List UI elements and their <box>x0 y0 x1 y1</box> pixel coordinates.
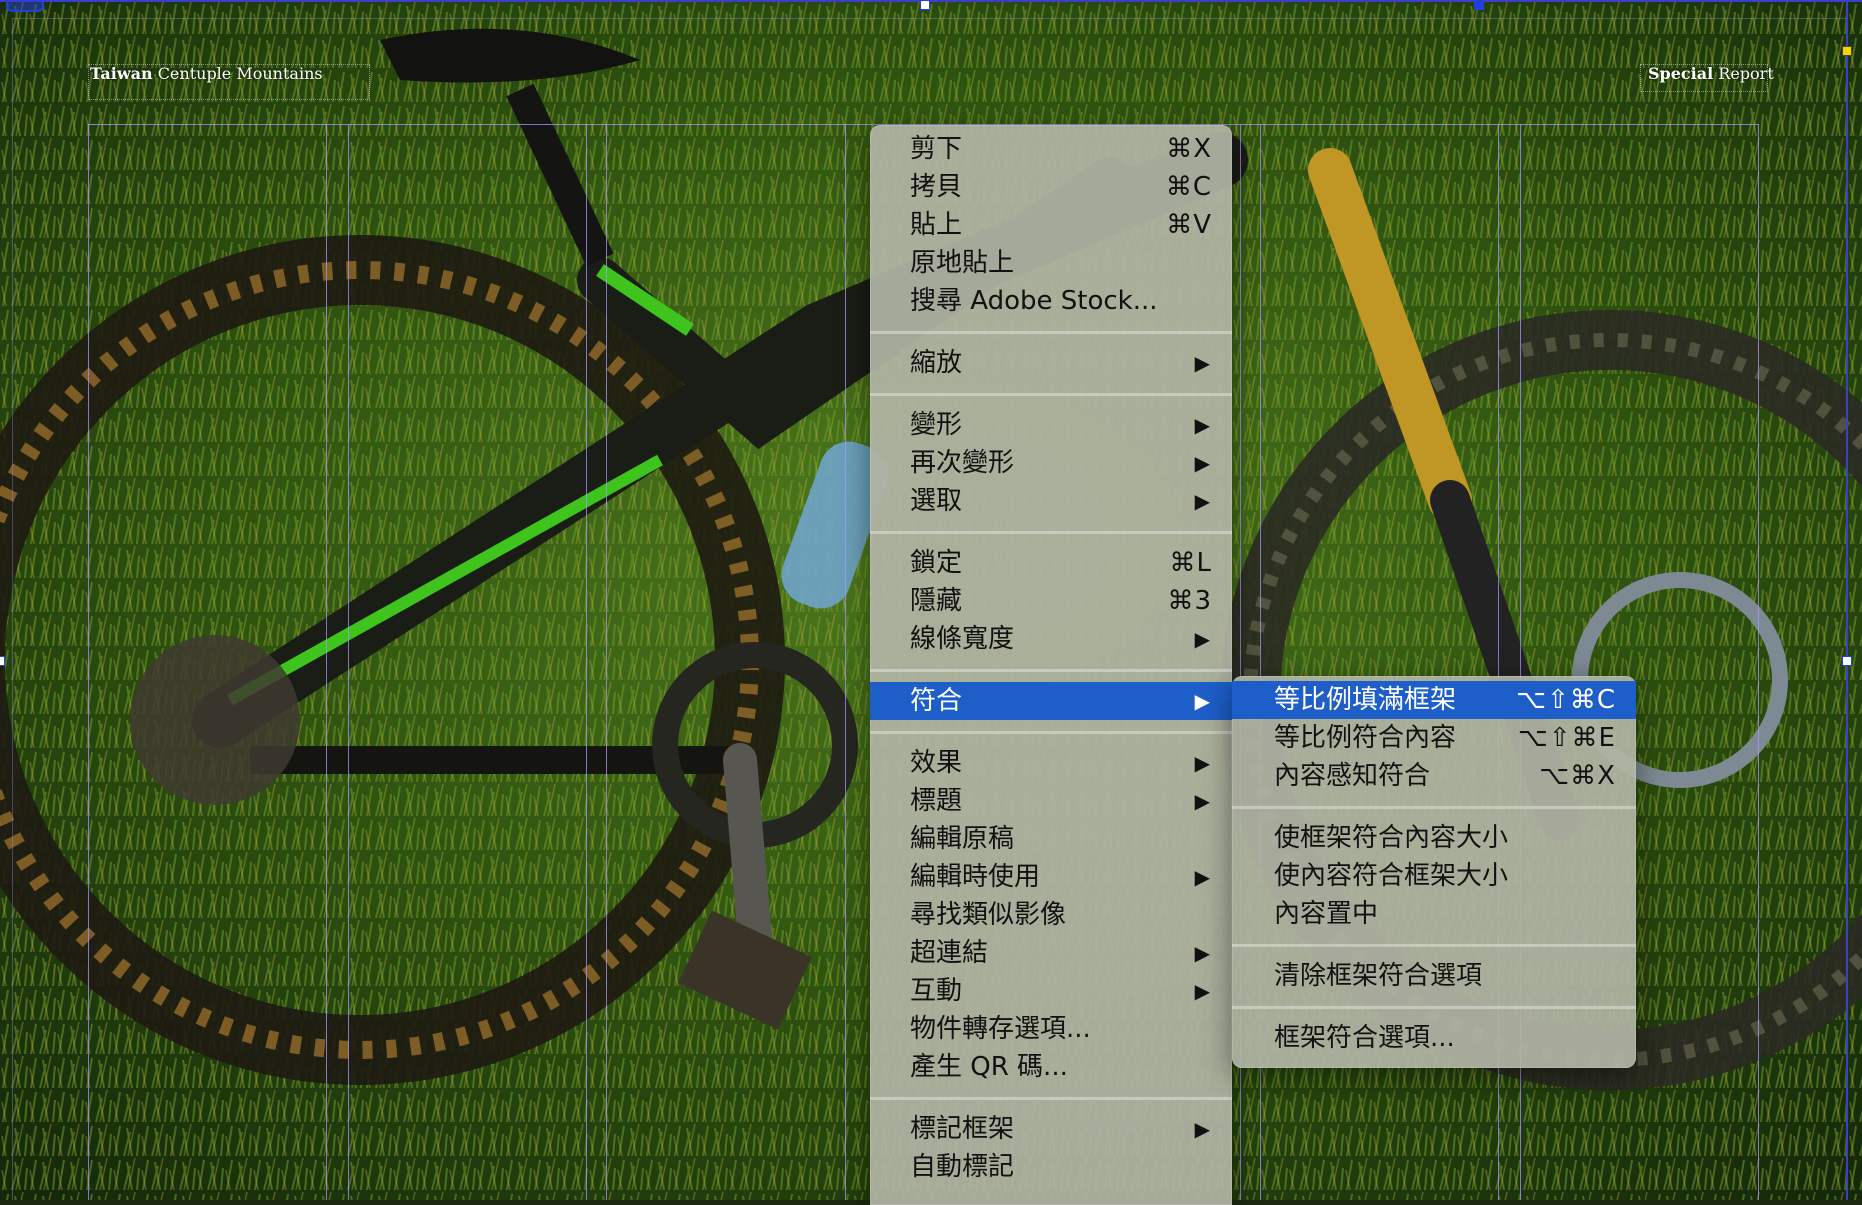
menu-item-edit-with[interactable]: 編輯時使用 ▶ <box>870 858 1232 896</box>
frame-handle-right[interactable] <box>1842 656 1852 666</box>
menu-item-cut[interactable]: 剪下 ⌘X <box>870 130 1232 168</box>
menu-item-generate-qr-code[interactable]: 產生 QR 碼... <box>870 1048 1232 1086</box>
context-menu: 剪下 ⌘X 拷貝 ⌘C 貼上 ⌘V 原地貼上 搜尋 Adobe Stock... 縮放… <box>870 125 1232 1205</box>
submenu-item-content-aware-fit[interactable]: 內容感知符合 ⌥⌘X <box>1232 757 1636 795</box>
submenu-item-center-content[interactable]: 內容置中 <box>1232 895 1636 933</box>
submenu-arrow-icon: ▶ <box>1194 865 1210 889</box>
menu-item-transform-again[interactable]: 再次變形 ▶ <box>870 444 1232 482</box>
menu-item-paste[interactable]: 貼上 ⌘V <box>870 206 1232 244</box>
submenu-arrow-icon: ▶ <box>1194 689 1210 713</box>
link-badge-icon[interactable] <box>6 0 44 12</box>
submenu-arrow-icon: ▶ <box>1194 413 1210 437</box>
header-right-text: Special Report <box>1648 64 1774 83</box>
content-grabber[interactable] <box>1474 0 1484 10</box>
submenu-item-frame-fitting-options[interactable]: 框架符合選項... <box>1232 1019 1636 1057</box>
menu-item-zoom[interactable]: 縮放 ▶ <box>870 344 1232 382</box>
menu-item-hyperlinks[interactable]: 超連結 ▶ <box>870 934 1232 972</box>
frame-corner-handle[interactable] <box>1842 46 1852 56</box>
submenu-item-clear-frame-fitting-options[interactable]: 清除框架符合選項 <box>1232 957 1636 995</box>
menu-item-captions[interactable]: 標題 ▶ <box>870 782 1232 820</box>
menu-item-interactive[interactable]: 互動 ▶ <box>870 972 1232 1010</box>
menu-item-tag-frame[interactable]: 標記框架 ▶ <box>870 1110 1232 1148</box>
submenu-arrow-icon: ▶ <box>1194 627 1210 651</box>
menu-item-lock[interactable]: 鎖定 ⌘L <box>870 544 1232 582</box>
menu-item-transform[interactable]: 變形 ▶ <box>870 406 1232 444</box>
submenu-item-fill-frame-proportionally[interactable]: 等比例填滿框架 ⌥⇧⌘C <box>1232 681 1636 719</box>
menu-item-edit-original[interactable]: 編輯原稿 <box>870 820 1232 858</box>
frame-handle-top[interactable] <box>920 0 930 10</box>
submenu-item-fit-content-to-frame[interactable]: 使內容符合框架大小 <box>1232 857 1636 895</box>
menu-item-find-similar-images[interactable]: 尋找類似影像 <box>870 896 1232 934</box>
fitting-submenu: 等比例填滿框架 ⌥⇧⌘C 等比例符合內容 ⌥⇧⌘E 內容感知符合 ⌥⌘X 使框架符合內… <box>1232 676 1636 1068</box>
header-left-text: Taiwan Centuple Mountains <box>90 64 323 83</box>
frame-handle-left[interactable] <box>0 656 5 666</box>
menu-item-hide[interactable]: 隱藏 ⌘3 <box>870 582 1232 620</box>
menu-item-copy[interactable]: 拷貝 ⌘C <box>870 168 1232 206</box>
submenu-arrow-icon: ▶ <box>1194 1117 1210 1141</box>
menu-item-select[interactable]: 選取 ▶ <box>870 482 1232 520</box>
submenu-item-fit-content-proportionally[interactable]: 等比例符合內容 ⌥⇧⌘E <box>1232 719 1636 757</box>
submenu-arrow-icon: ▶ <box>1194 789 1210 813</box>
menu-item-object-export-options[interactable]: 物件轉存選項... <box>870 1010 1232 1048</box>
submenu-arrow-icon: ▶ <box>1194 979 1210 1003</box>
menu-item-auto-tag[interactable]: 自動標記 <box>870 1148 1232 1186</box>
submenu-arrow-icon: ▶ <box>1194 451 1210 475</box>
submenu-arrow-icon: ▶ <box>1194 751 1210 775</box>
menu-item-effects[interactable]: 效果 ▶ <box>870 744 1232 782</box>
submenu-arrow-icon: ▶ <box>1194 351 1210 375</box>
submenu-arrow-icon: ▶ <box>1194 941 1210 965</box>
menu-item-search-adobe-stock[interactable]: 搜尋 Adobe Stock... <box>870 282 1232 320</box>
menu-item-paste-in-place[interactable]: 原地貼上 <box>870 244 1232 282</box>
menu-item-stroke-weight[interactable]: 線條寬度 ▶ <box>870 620 1232 658</box>
submenu-item-fit-frame-to-content[interactable]: 使框架符合內容大小 <box>1232 819 1636 857</box>
submenu-arrow-icon: ▶ <box>1194 489 1210 513</box>
menu-item-fitting[interactable]: 符合 ▶ <box>870 682 1232 720</box>
